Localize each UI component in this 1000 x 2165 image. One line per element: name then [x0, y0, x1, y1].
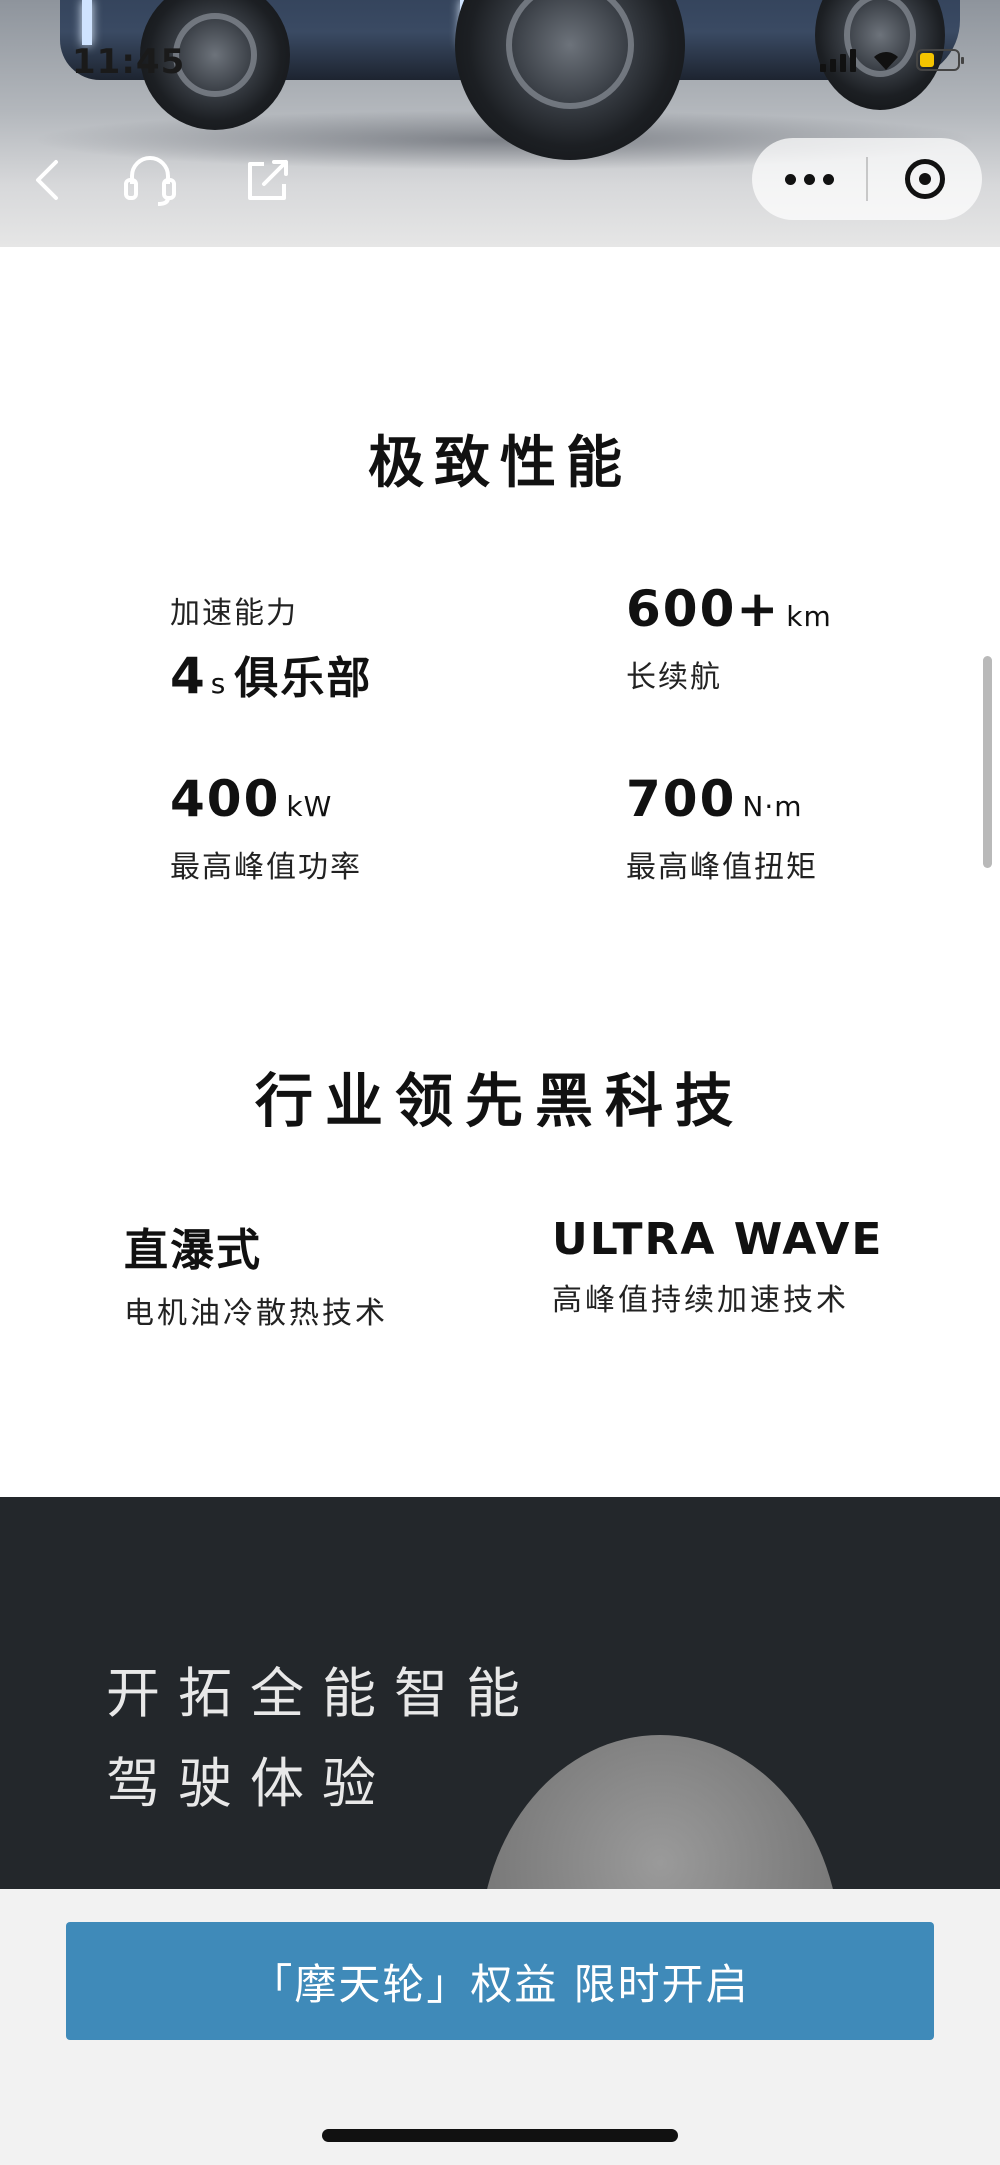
tech-sub: 电机油冷散热技术: [124, 1296, 388, 1331]
stat-label: 长续航: [626, 660, 722, 695]
stat-range: 600+ km 长续航: [626, 580, 832, 696]
stat-value: 4 s 俱乐部: [170, 647, 373, 705]
hero-car-image: 11:45: [0, 0, 1000, 247]
stat-acceleration: 加速能力 4 s 俱乐部: [170, 588, 372, 706]
status-time: 11:45: [72, 42, 186, 82]
close-miniprogram-button[interactable]: [868, 159, 982, 199]
tech-head: 直瀑式: [124, 1225, 262, 1276]
tech-head: ULTRA WAVE: [552, 1214, 884, 1265]
tech-sub: 高峰值持续加速技术: [552, 1283, 849, 1318]
stat-value: 600+ km: [626, 580, 832, 638]
stat-label: 最高峰值功率: [170, 850, 362, 885]
share-button[interactable]: [238, 150, 298, 210]
headset-icon: [124, 156, 176, 206]
headlight-left: [82, 0, 92, 45]
driving-experience-section: 开拓全能智能 驾驶体验: [0, 1497, 1000, 1889]
stat-label: 加速能力: [170, 596, 298, 631]
scrollbar[interactable]: [983, 656, 992, 868]
battery-icon: [916, 49, 964, 71]
stat-power: 400 kW 最高峰值功率: [170, 770, 362, 886]
customer-service-button[interactable]: [120, 150, 180, 210]
share-icon: [248, 160, 288, 200]
driving-line-1: 开拓全能智能: [106, 1662, 538, 1725]
status-icons: [820, 48, 964, 72]
signal-icon: [820, 48, 856, 72]
stat-torque: 700 N·m 最高峰值扭矩: [626, 770, 818, 886]
back-button[interactable]: [18, 150, 78, 210]
stat-label: 最高峰值扭矩: [626, 850, 818, 885]
tech-title: 行业领先黑科技: [254, 1067, 745, 1135]
wifi-icon: [874, 52, 898, 70]
miniprogram-close-icon: [905, 159, 945, 199]
tech-item-oil-cooling: 直瀑式 电机油冷散热技术: [124, 1214, 388, 1332]
chevron-left-icon: [36, 160, 58, 200]
decorative-shape: [480, 1735, 840, 1889]
home-indicator: [322, 2129, 678, 2142]
performance-title: 极致性能: [368, 431, 632, 496]
stat-value: 400 kW: [170, 770, 333, 828]
driving-line-2: 驾驶体验: [106, 1752, 394, 1815]
more-button[interactable]: [752, 173, 866, 185]
miniprogram-capsule: [752, 138, 982, 220]
more-dots-icon: [784, 173, 796, 185]
stat-value: 700 N·m: [626, 770, 803, 828]
tech-item-ultra-wave: ULTRA WAVE 高峰值持续加速技术: [552, 1214, 883, 1319]
ferris-wheel-benefit-button[interactable]: 「摩天轮」权益 限时开启: [66, 1922, 934, 2040]
